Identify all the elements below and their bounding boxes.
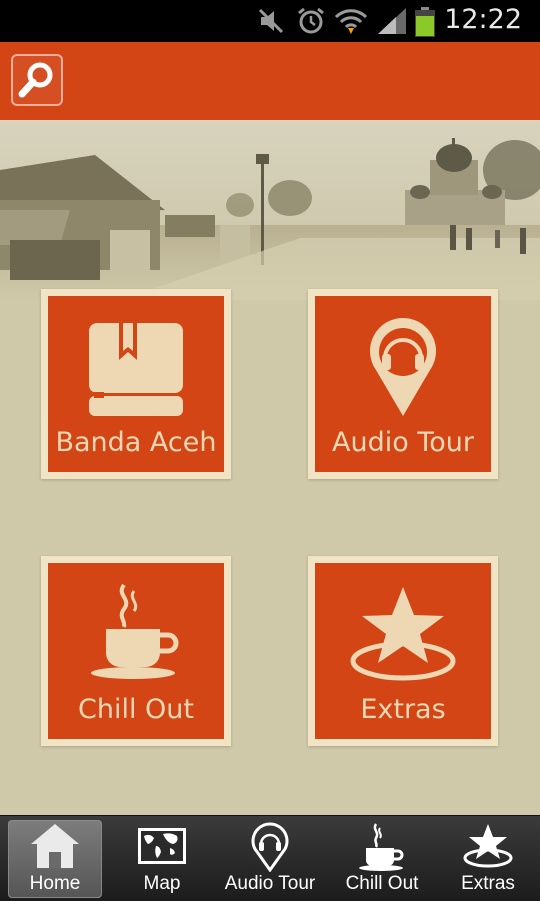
tile-banda-aceh[interactable]: Banda Aceh bbox=[41, 289, 231, 479]
nav-label: Audio Tour bbox=[224, 873, 316, 894]
nav-label: Map bbox=[143, 873, 181, 894]
tile-label: Chill Out bbox=[77, 694, 194, 725]
bottom-nav: Home Map Audio Tour Chill Out Extras bbox=[0, 815, 540, 901]
coffee-cup-icon bbox=[359, 823, 404, 871]
search-button[interactable] bbox=[11, 54, 63, 106]
nav-label: Home bbox=[29, 873, 81, 894]
nav-item-audio-tour[interactable]: Audio Tour bbox=[216, 820, 324, 898]
signal-icon bbox=[378, 8, 406, 34]
tile-audio-tour[interactable]: Audio Tour bbox=[308, 289, 498, 479]
nav-label: Chill Out bbox=[345, 873, 419, 894]
search-icon bbox=[18, 62, 53, 98]
tile-chill-out[interactable]: Chill Out bbox=[41, 556, 231, 746]
home-icon bbox=[31, 824, 79, 868]
book-bookmark-icon bbox=[89, 323, 183, 416]
mute-icon bbox=[258, 8, 284, 34]
nav-item-chill-out[interactable]: Chill Out bbox=[333, 820, 431, 898]
star-icon bbox=[350, 587, 456, 681]
star-icon bbox=[463, 824, 513, 868]
tile-label: Banda Aceh bbox=[55, 427, 217, 458]
wifi-icon bbox=[334, 9, 368, 34]
nav-item-extras[interactable]: Extras bbox=[440, 820, 536, 898]
nav-item-home[interactable]: Home bbox=[8, 820, 102, 898]
tile-extras[interactable]: Extras bbox=[308, 556, 498, 746]
coffee-cup-icon bbox=[91, 583, 179, 679]
map-pin-headphones-icon bbox=[251, 822, 289, 872]
alarm-icon bbox=[298, 7, 324, 34]
tile-label: Extras bbox=[360, 694, 446, 725]
world-map-icon bbox=[138, 828, 186, 864]
clock: 12:22 bbox=[444, 4, 522, 35]
app-bar bbox=[0, 42, 540, 120]
status-bar: 12:22 bbox=[0, 0, 540, 42]
tile-label: Audio Tour bbox=[332, 427, 474, 458]
map-pin-headphones-icon bbox=[370, 318, 436, 416]
nav-item-map[interactable]: Map bbox=[115, 820, 209, 898]
battery-icon bbox=[415, 7, 435, 37]
nav-label: Extras bbox=[461, 873, 515, 894]
banner-photo bbox=[0, 120, 540, 300]
